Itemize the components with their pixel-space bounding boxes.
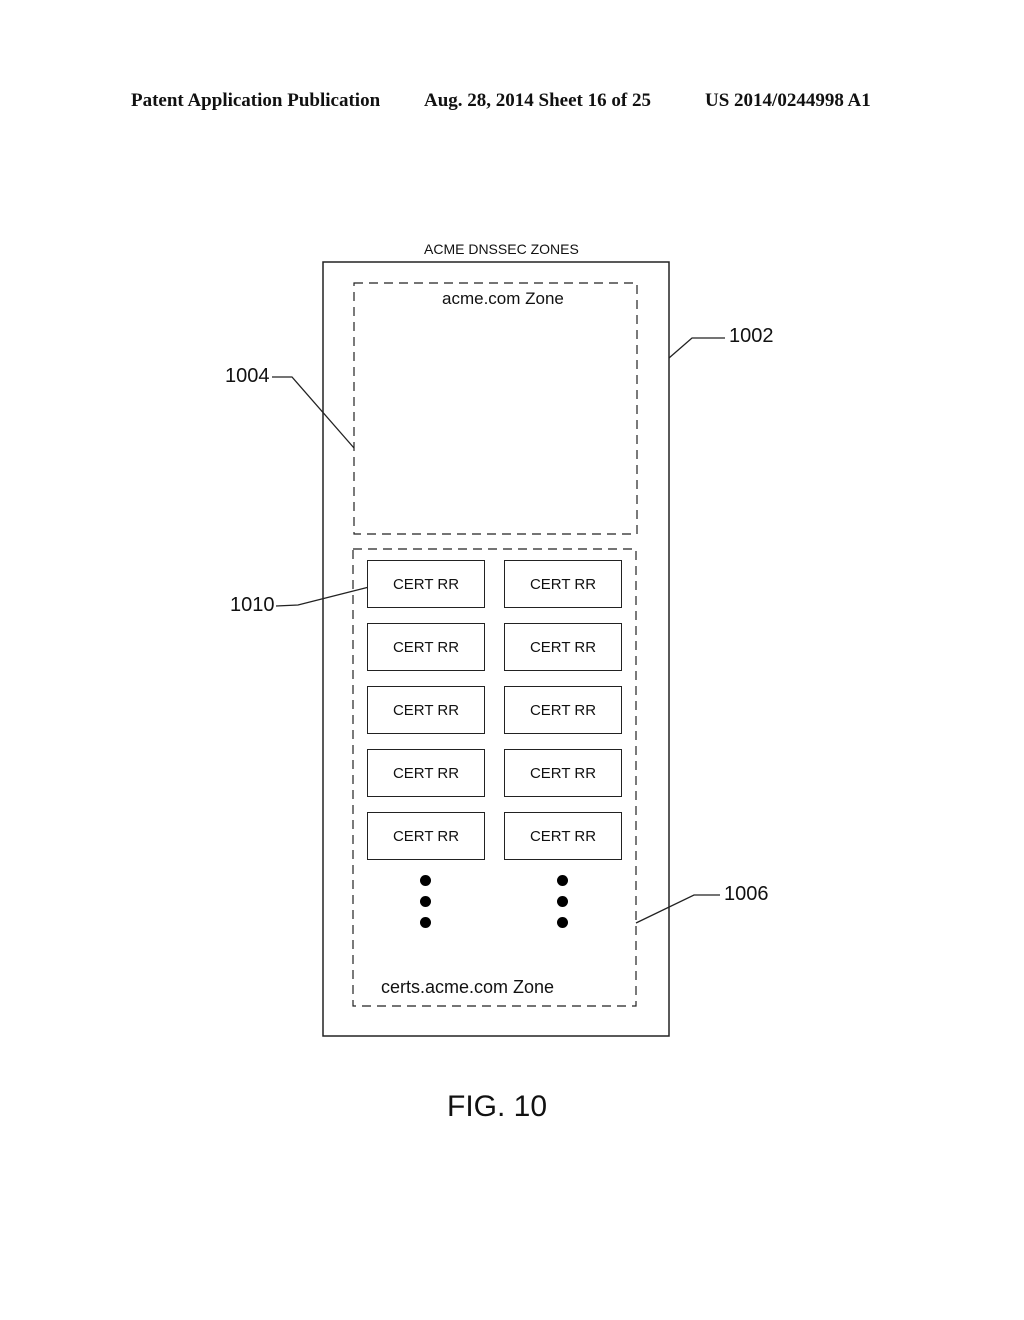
ellipsis-dot: [420, 875, 431, 886]
leader-1002: [668, 337, 725, 359]
cert-rr-box: CERT RR: [367, 686, 485, 734]
cert-rr-box: CERT RR: [504, 812, 622, 860]
acme-zone-box-1004: [353, 282, 638, 535]
ellipsis-dot: [420, 917, 431, 928]
ref-1002: 1002: [729, 325, 774, 347]
ellipsis-dot: [557, 917, 568, 928]
cert-rr-box: CERT RR: [367, 812, 485, 860]
acme-zone-label: acme.com Zone: [442, 289, 564, 308]
ref-1010: 1010: [230, 594, 275, 616]
cert-rr-box: CERT RR: [504, 686, 622, 734]
ellipsis-dot: [420, 896, 431, 907]
cert-rr-box: CERT RR: [367, 749, 485, 797]
certs-zone-label: certs.acme.com Zone: [381, 977, 555, 997]
leader-1004: [272, 376, 355, 449]
cert-rr-box: CERT RR: [504, 749, 622, 797]
ref-1006: 1006: [724, 883, 769, 905]
cert-rr-box: CERT RR: [504, 623, 622, 671]
leader-1006: [635, 894, 720, 924]
leader-1010: [275, 584, 378, 607]
cert-rr-box: CERT RR: [367, 560, 485, 608]
diagram-title: ACME DNSSEC ZONES: [424, 241, 579, 257]
figure-label: FIG. 10: [447, 1090, 548, 1123]
ellipsis-dot: [557, 875, 568, 886]
cert-rr-box: CERT RR: [504, 560, 622, 608]
cert-rr-box: CERT RR: [367, 623, 485, 671]
ref-1004: 1004: [225, 365, 270, 387]
ellipsis-dot: [557, 896, 568, 907]
